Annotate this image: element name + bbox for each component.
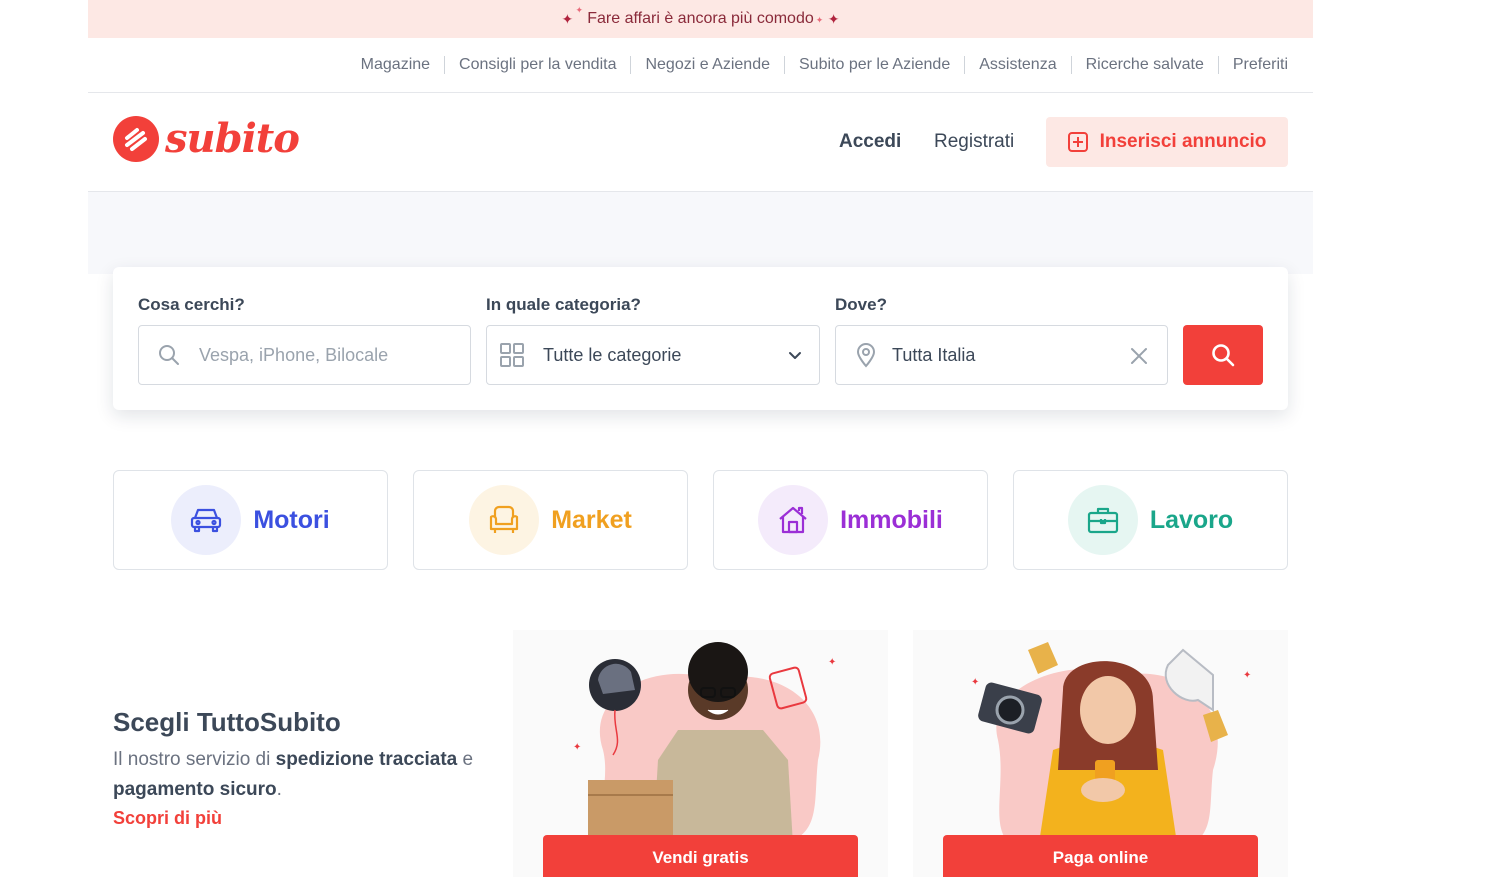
hero-band — [88, 192, 1313, 274]
category-label: Market — [551, 505, 632, 534]
insert-ad-label: Inserisci annuncio — [1099, 131, 1267, 152]
search-button[interactable] — [1183, 325, 1263, 385]
login-link[interactable]: Accedi — [839, 131, 901, 153]
link-assistenza[interactable]: Assistenza — [979, 56, 1056, 74]
grid-icon — [499, 342, 525, 368]
sell-free-button[interactable]: Vendi gratis — [543, 835, 858, 877]
search-placeholder: Vespa, iPhone, Bilocale — [199, 344, 389, 365]
divider — [1217, 56, 1219, 74]
search-card: Cosa cerchi? Vespa, iPhone, Bilocale In … — [113, 267, 1288, 410]
category-market[interactable]: Market — [413, 470, 688, 570]
desc-bold: spedizione tracciata — [275, 749, 458, 770]
promo-bar[interactable]: ✦ ✦ Fare affari è ancora più comodo ✦ ✦ — [88, 0, 1313, 38]
promo-text: Fare affari è ancora più comodo — [587, 10, 814, 27]
category-lavoro[interactable]: Lavoro — [1013, 470, 1288, 570]
desc-text: Il nostro servizio di — [113, 749, 276, 770]
where-label: Dove? — [835, 295, 887, 314]
desc-text: e — [457, 749, 474, 770]
category-value: Tutte le categorie — [543, 344, 682, 365]
link-subito-aziende[interactable]: Subito per le Aziende — [799, 56, 950, 74]
register-link[interactable]: Registrati — [934, 131, 1014, 153]
desc-bold: pagamento sicuro — [113, 779, 277, 800]
what-label: Cosa cerchi? — [138, 295, 245, 314]
desc-text: . — [276, 779, 282, 800]
link-consigli-vendita[interactable]: Consigli per la vendita — [459, 56, 616, 74]
pay-tile: ✦ ✦ Paga online — [913, 630, 1288, 877]
category-label: Lavoro — [1149, 505, 1234, 534]
location-value: Tutta Italia — [892, 344, 976, 365]
plus-square-icon — [1067, 132, 1088, 152]
tuttosubito-title: Scegli TuttoSubito — [113, 707, 341, 737]
divider — [444, 56, 446, 74]
top-links-nav: Magazine Consigli per la vendita Negozi … — [361, 56, 1288, 74]
category-select[interactable]: Tutte le categorie — [486, 325, 820, 385]
divider — [1070, 56, 1072, 74]
divider — [88, 92, 1313, 93]
search-input[interactable]: Vespa, iPhone, Bilocale — [138, 325, 471, 385]
page: ✦ ✦ Fare affari è ancora più comodo ✦ ✦ Ma… — [88, 0, 1313, 877]
armchair-icon — [469, 485, 540, 555]
divider — [630, 56, 632, 74]
divider — [784, 56, 785, 74]
logo-text: subito — [165, 115, 300, 162]
briefcase-icon — [1067, 485, 1138, 555]
category-immobili[interactable]: Immobili — [713, 470, 988, 570]
sell-tile: ✦ ✦ Vendi gratis — [513, 630, 888, 877]
link-magazine[interactable]: Magazine — [361, 56, 430, 74]
sparkle-icon: ✦ ✦ — [561, 4, 584, 27]
search-icon — [1210, 342, 1236, 368]
logo-mark-icon — [113, 116, 159, 162]
house-icon — [758, 485, 829, 555]
category-label: Motori — [253, 505, 330, 534]
location-input[interactable]: Tutta Italia — [835, 325, 1168, 385]
link-ricerche-salvate[interactable]: Ricerche salvate — [1086, 56, 1204, 74]
category-motori[interactable]: Motori — [113, 470, 388, 570]
clear-icon[interactable] — [1129, 346, 1149, 366]
location-pin-icon — [854, 342, 878, 368]
insert-ad-button[interactable]: Inserisci annuncio — [1046, 117, 1288, 167]
sparkle-icon: ✦ ✦ — [815, 10, 840, 27]
svg-text:✦: ✦ — [1243, 670, 1251, 681]
pay-online-button[interactable]: Paga online — [943, 835, 1258, 877]
link-preferiti[interactable]: Preferiti — [1233, 56, 1288, 74]
tuttosubito-description: Il nostro servizio di spedizione traccia… — [113, 745, 503, 805]
divider — [964, 56, 966, 74]
logo[interactable]: subito — [113, 115, 300, 162]
car-icon — [171, 485, 242, 555]
category-label: Immobili — [840, 505, 943, 534]
svg-text:✦: ✦ — [573, 742, 581, 753]
link-negozi-aziende[interactable]: Negozi e Aziende — [645, 56, 770, 74]
chevron-down-icon — [787, 348, 803, 364]
svg-text:✦: ✦ — [971, 677, 979, 688]
category-label: In quale categoria? — [486, 295, 641, 314]
search-icon — [157, 343, 181, 367]
svg-text:✦: ✦ — [828, 657, 836, 668]
learn-more-link[interactable]: Scopri di più — [113, 808, 222, 829]
